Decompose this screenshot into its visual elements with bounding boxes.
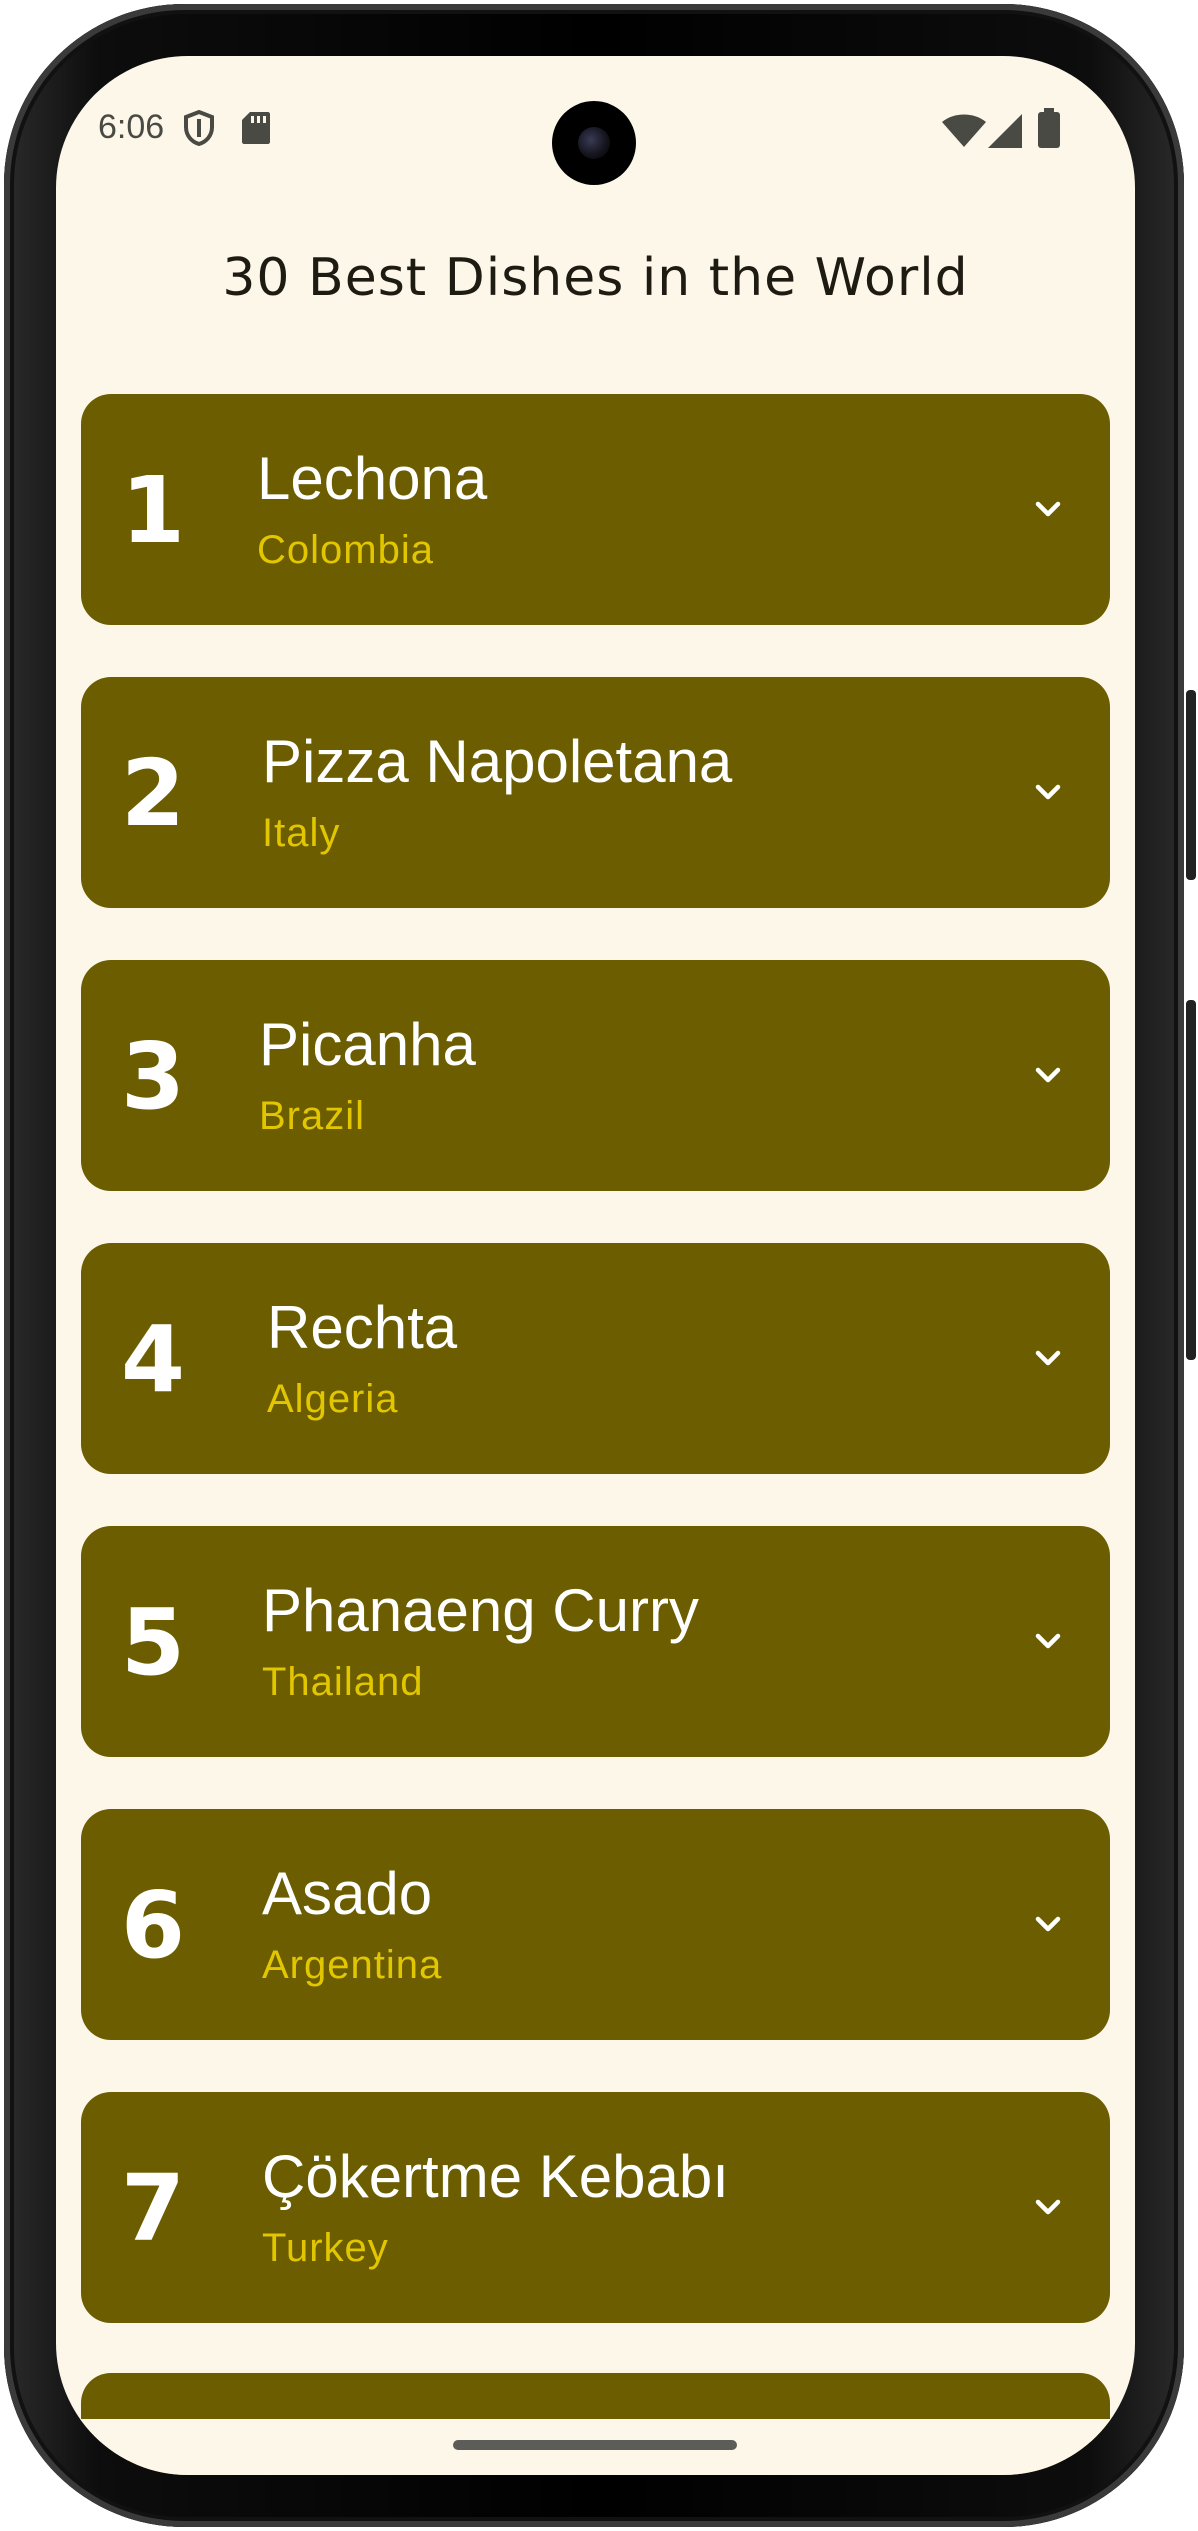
dish-country: Thailand [262,1660,424,1704]
dish-rank: 7 [121,2155,186,2262]
dish-rank: 1 [121,457,186,564]
chevron-down-icon [1035,501,1061,517]
dish-card[interactable]: 3 Picanha Brazil [81,960,1110,1191]
dish-name: Phanaeng Curry [262,1577,699,1644]
screen: 6:06 30 Best Dishes in the World 1 Lecho… [56,56,1135,2475]
dish-card[interactable]: 7 Çökertme Kebabı Turkey [81,2092,1110,2323]
chevron-down-icon [1035,1067,1061,1083]
dish-country: Brazil [259,1094,366,1138]
dish-rank: 5 [121,1589,186,1696]
page-title: 30 Best Dishes in the World [222,248,969,308]
dish-country: Colombia [257,528,434,572]
dish-name: Çökertme Kebabı [262,2143,729,2210]
dish-name: Asado [262,1860,433,1927]
power-button [1186,690,1196,880]
dish-name: Picanha [259,1011,476,1078]
dish-card[interactable]: 4 Rechta Algeria [81,1243,1110,1474]
cell-signal-icon [988,114,1022,152]
expand-button[interactable] [1008,1884,1088,1964]
dish-card[interactable]: 6 Asado Argentina [81,1809,1110,2040]
expand-button[interactable] [1008,752,1088,832]
dish-list: 1 Lechona Colombia 2 Pizza Napoletana It… [81,394,1110,2375]
expand-button[interactable] [1008,2167,1088,2247]
chevron-down-icon [1035,1633,1061,1649]
dish-card[interactable]: 5 Phanaeng Curry Thailand [81,1526,1110,1757]
camera-lens [578,127,610,159]
volume-button [1186,1000,1196,1360]
chevron-down-icon [1035,2199,1061,2215]
dish-card[interactable]: 2 Pizza Napoletana Italy [81,677,1110,908]
dish-name: Rechta [267,1294,458,1361]
shield-icon [183,109,215,150]
expand-button[interactable] [1008,1601,1088,1681]
dish-card[interactable]: 1 Lechona Colombia [81,394,1110,625]
chevron-down-icon [1035,1350,1061,1366]
dish-rank: 4 [121,1306,186,1413]
expand-button[interactable] [1008,469,1088,549]
chevron-down-icon [1035,1916,1061,1932]
dish-country: Algeria [267,1377,399,1421]
dish-name: Lechona [257,445,488,512]
dish-name: Pizza Napoletana [262,728,733,795]
front-camera [552,101,636,185]
phone-frame: 6:06 30 Best Dishes in the World 1 Lecho… [0,0,1198,2531]
status-time: 6:06 [98,108,165,146]
dish-rank: 2 [121,740,186,847]
dish-rank: 3 [121,1023,186,1130]
expand-button[interactable] [1008,1035,1088,1115]
battery-icon [1038,108,1060,152]
dish-rank: 6 [121,1872,186,1979]
wifi-icon [942,114,986,152]
status-bar: 6:06 [56,56,1135,196]
dish-country: Turkey [262,2226,389,2270]
home-indicator[interactable] [453,2440,737,2450]
sd-card-icon [242,112,270,148]
expand-button[interactable] [1008,1318,1088,1398]
dish-country: Italy [262,811,341,855]
dish-country: Argentina [262,1943,443,1987]
chevron-down-icon [1035,784,1061,800]
